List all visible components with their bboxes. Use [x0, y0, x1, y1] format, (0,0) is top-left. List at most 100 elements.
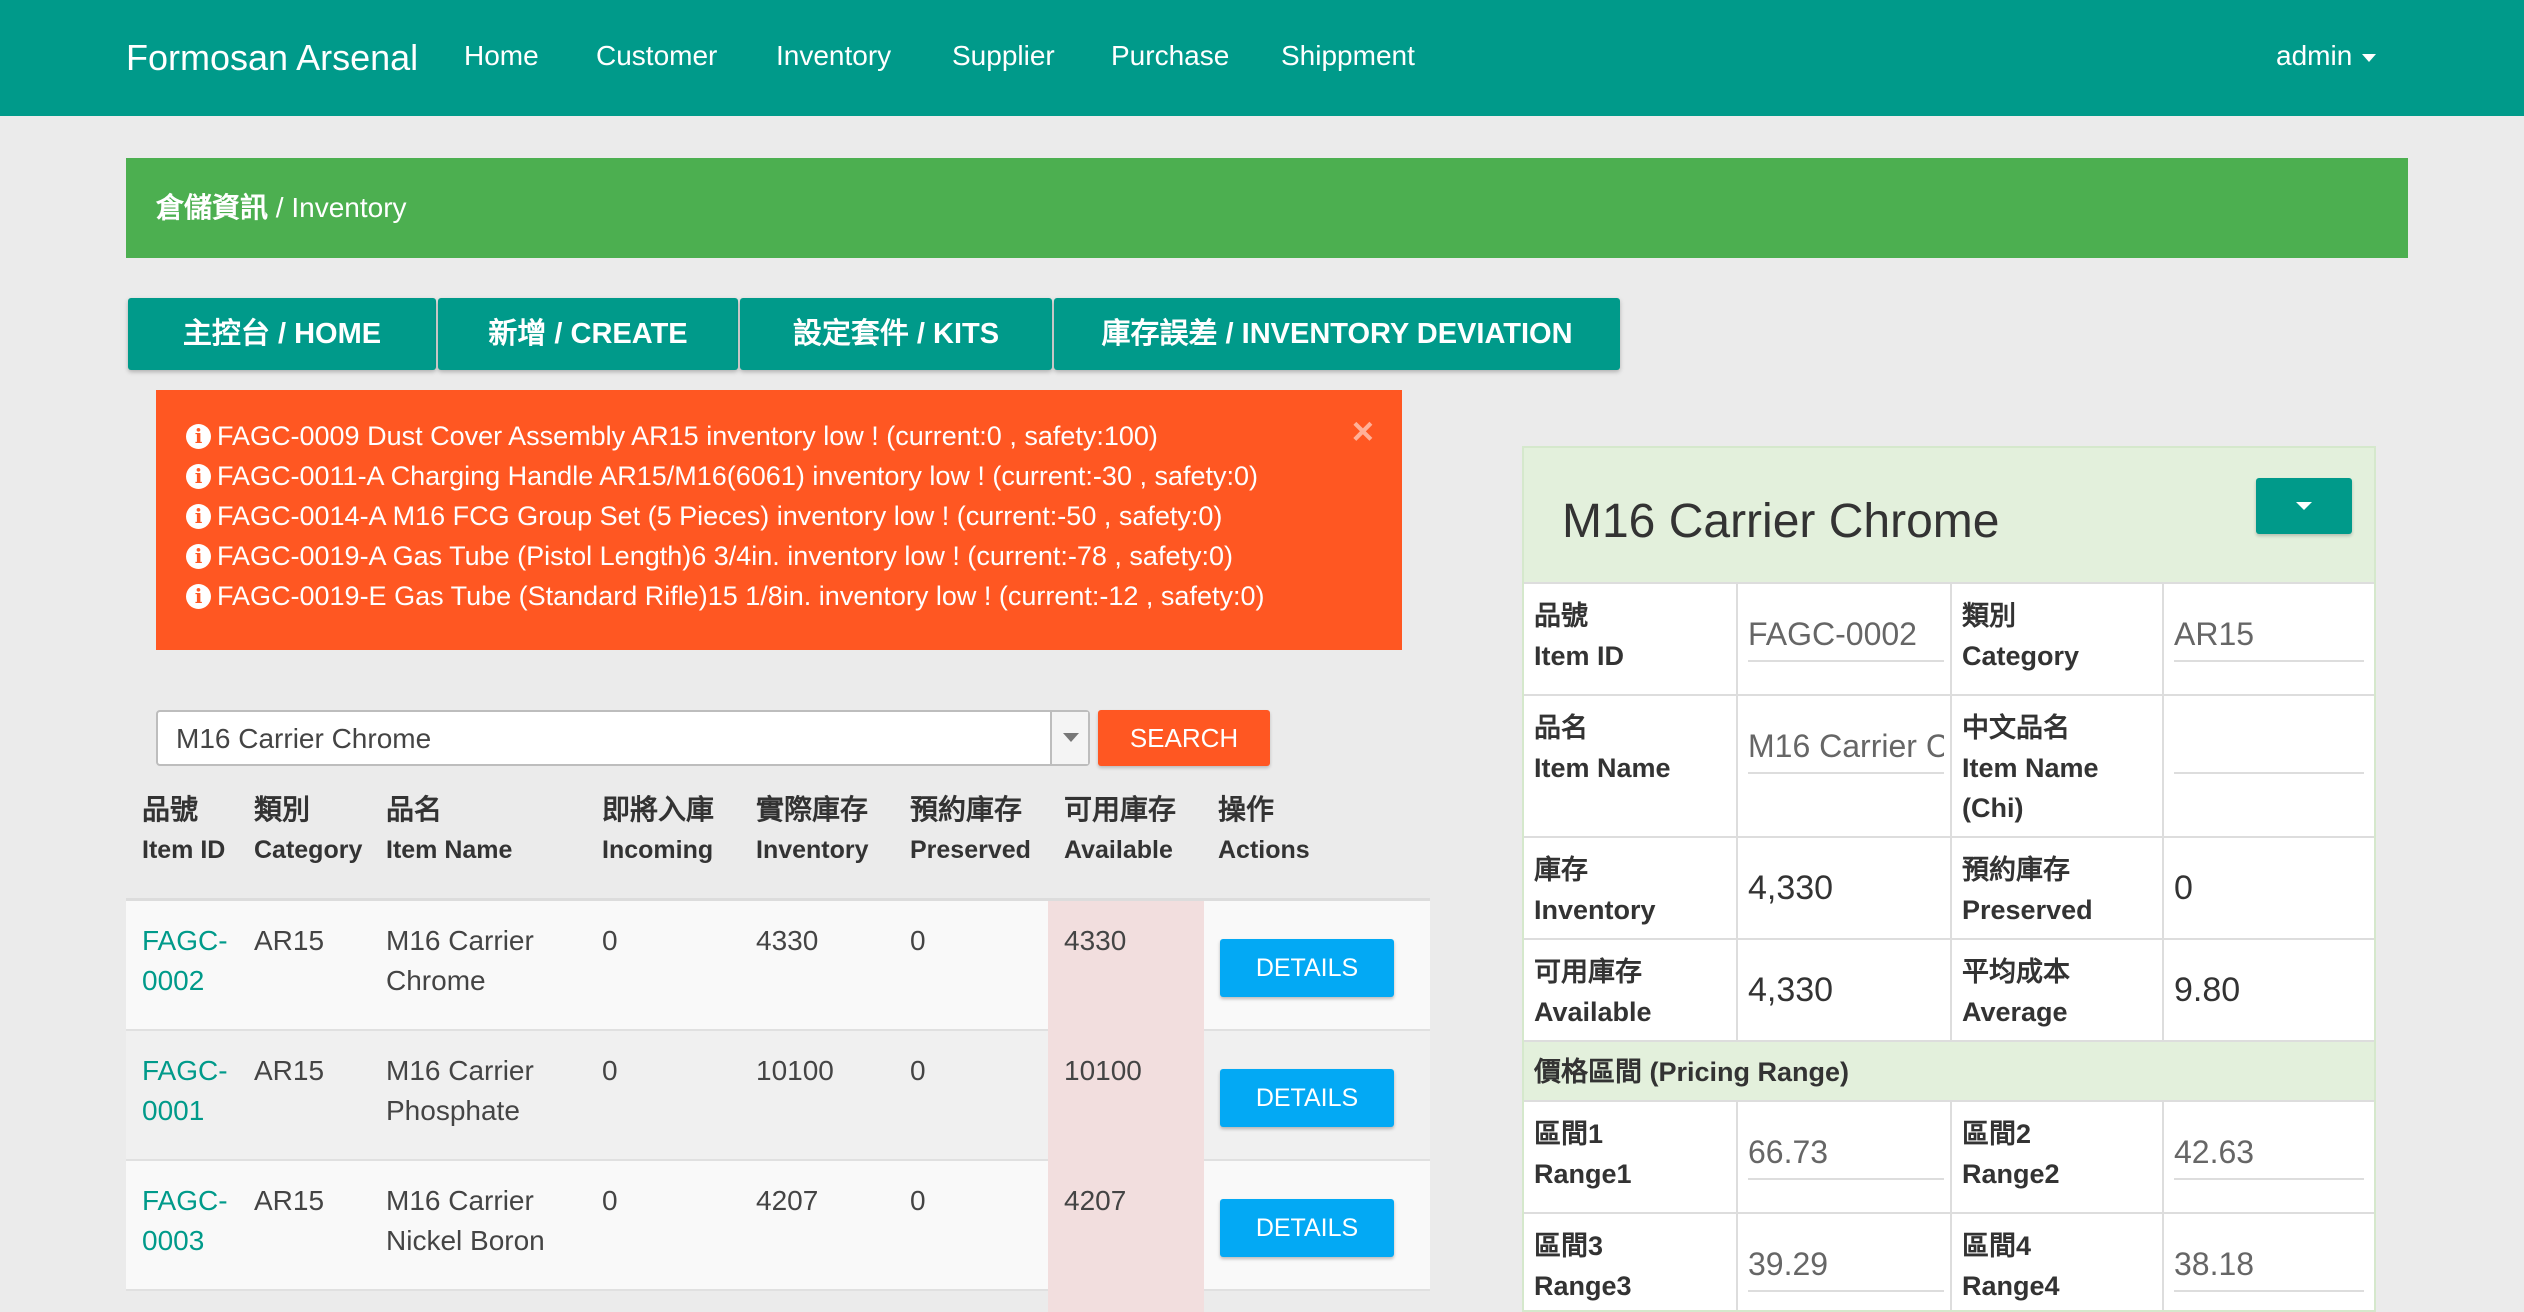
nav-inventory[interactable]: Inventory [776, 36, 891, 76]
col-header-zh: 類別 [254, 794, 311, 825]
label-zh: 區間4 [1962, 1231, 2032, 1261]
label-zh: 區間1 [1534, 1119, 1604, 1149]
item-id-link[interactable]: FAGC- 0002 [142, 921, 228, 1001]
breadcrumb-home[interactable]: 倉儲資訊 [156, 192, 268, 223]
label-en: Item Name [1534, 753, 1671, 783]
category-cell: AR15 [2162, 584, 2374, 694]
item-id-field[interactable]: FAGC-0002 [1748, 614, 1944, 662]
item-search-select[interactable]: M16 Carrier Chrome [156, 710, 1090, 766]
dropdown-arrow[interactable] [1050, 712, 1088, 764]
col-header-en: Available [1064, 836, 1173, 864]
nav-customer[interactable]: Customer [596, 36, 717, 76]
preserved-label-cell: 預約庫存 Preserved [1950, 838, 2162, 938]
average-value: 9.80 [2174, 971, 2241, 1009]
range2-field[interactable]: 42.63 [2174, 1132, 2364, 1180]
cell-preserved: 0 [910, 1185, 926, 1216]
alert-text: FAGC-0009 Dust Cover Assembly AR15 inven… [217, 421, 1158, 451]
cell-preserved: 0 [910, 1055, 926, 1086]
col-header-item-id[interactable]: 品號 Item ID [142, 790, 225, 870]
item-name-chi-label-cell: 中文品名 Item Name (Chi) [1950, 696, 2162, 836]
label-en: Category [1962, 641, 2080, 671]
nav-supplier[interactable]: Supplier [952, 36, 1055, 76]
home-button[interactable]: 主控台 / HOME [128, 298, 436, 370]
breadcrumb-current: Inventory [291, 192, 407, 223]
item-name-label: 品名 Item Name [1534, 708, 1671, 788]
col-header-available[interactable]: 可用庫存 Available [1064, 790, 1176, 870]
range4-field[interactable]: 38.18 [2174, 1244, 2364, 1292]
nav-shippment[interactable]: Shippment [1281, 36, 1415, 76]
range1-cell: 66.73 [1736, 1102, 1950, 1212]
label-zh: 可用庫存 [1534, 957, 1642, 987]
label-zh: 中文品名 [1962, 713, 2070, 743]
item-name-line: M16 Carrier [386, 1055, 534, 1086]
item-name-line: M16 Carrier [386, 925, 534, 956]
cell-incoming: 0 [602, 1055, 618, 1086]
col-header-category[interactable]: 類別 Category [254, 790, 362, 870]
label-en: Range2 [1962, 1159, 2060, 1189]
details-button[interactable]: DETAILS [1220, 939, 1394, 997]
breadcrumb-separator: / [268, 192, 292, 223]
col-header-zh: 操作 [1218, 794, 1275, 825]
alert-line: i FAGC-0011-A Charging Handle AR15/M16(60… [186, 456, 1258, 496]
item-id-part: 0001 [142, 1095, 205, 1126]
col-header-item-name[interactable]: 品名 Item Name [386, 790, 512, 870]
detail-row: 區間1 Range1 66.73 區間2 Range2 42.63 [1524, 1100, 2374, 1212]
label-en: (Chi) [1962, 793, 2024, 823]
item-name-cell: M16 Carrier Chrome [1736, 696, 1950, 836]
label-zh: 預約庫存 [1962, 855, 2070, 885]
alert-line: i FAGC-0014-A M16 FCG Group Set (5 Pieces… [186, 496, 1222, 536]
breadcrumb: 倉儲資訊 / Inventory [126, 158, 2408, 258]
cell-inventory: 4330 [756, 925, 819, 956]
range2-label: 區間2 Range2 [1962, 1114, 2060, 1194]
alert-text: FAGC-0019-A Gas Tube (Pistol Length)6 3/… [217, 541, 1233, 571]
nav-home[interactable]: Home [464, 36, 539, 76]
alert-line: i FAGC-0019-E Gas Tube (Standard Rifle)15… [186, 576, 1264, 616]
inventory-deviation-button[interactable]: 庫存誤差 / INVENTORY DEVIATION [1054, 298, 1620, 370]
col-header-inventory[interactable]: 實際庫存 Inventory [756, 790, 869, 870]
detail-options-dropdown[interactable] [2256, 478, 2352, 534]
search-button[interactable]: SEARCH [1098, 710, 1270, 766]
item-detail-panel: M16 Carrier Chrome 品號 Item ID FAGC-0002 類… [1522, 446, 2376, 1312]
cell-available: 10100 [1064, 1055, 1142, 1086]
create-button[interactable]: 新增 / CREATE [438, 298, 738, 370]
range3-field[interactable]: 39.29 [1748, 1244, 1944, 1292]
col-header-preserved[interactable]: 預約庫存 Preserved [910, 790, 1031, 870]
navbar: Formosan Arsenal Home Customer Inventory… [0, 0, 2524, 116]
close-icon[interactable]: × [1352, 412, 1374, 452]
chevron-down-icon [1063, 733, 1079, 742]
detail-title: M16 Carrier Chrome [1562, 495, 2000, 548]
category-field[interactable]: AR15 [2174, 614, 2364, 662]
detail-row: 可用庫存 Available 4,330 平均成本 Average 9.80 [1524, 938, 2374, 1040]
col-header-zh: 品號 [142, 794, 199, 825]
cell-item-name: M16 Carrier Chrome [386, 921, 534, 1001]
range2-cell: 42.63 [2162, 1102, 2374, 1212]
range1-field[interactable]: 66.73 [1748, 1132, 1944, 1180]
cell-incoming: 0 [602, 1185, 618, 1216]
item-id-part: 0003 [142, 1225, 205, 1256]
label-zh: 庫存 [1534, 855, 1588, 885]
col-header-en: Category [254, 836, 363, 864]
inventory-table: 品號 Item ID 類別 Category 品名 Item Name 即將入庫 Inc… [126, 790, 1430, 1312]
item-id-link[interactable]: FAGC- 0003 [142, 1181, 228, 1261]
brand-logo[interactable]: Formosan Arsenal [126, 32, 418, 84]
col-header-en: Preserved [910, 836, 1031, 864]
label-en: Range4 [1962, 1271, 2060, 1301]
details-button[interactable]: DETAILS [1220, 1199, 1394, 1257]
user-menu[interactable]: admin [2276, 36, 2377, 76]
preserved-label: 預約庫存 Preserved [1962, 850, 2093, 930]
item-name-field[interactable]: M16 Carrier Chrome [1748, 726, 1944, 774]
average-label: 平均成本 Average [1962, 952, 2070, 1032]
cell-incoming: 0 [602, 925, 618, 956]
average-cell: 9.80 [2162, 940, 2374, 1040]
item-id-link[interactable]: FAGC- 0001 [142, 1051, 228, 1131]
kits-button[interactable]: 設定套件 / KITS [740, 298, 1052, 370]
details-button[interactable]: DETAILS [1220, 1069, 1394, 1127]
detail-row: 庫存 Inventory 4,330 預約庫存 Preserved 0 [1524, 836, 2374, 938]
item-name-chi-field[interactable] [2174, 726, 2364, 774]
cell-item-name: M16 Carrier Nickel Boron [386, 1181, 545, 1261]
item-name-chi-cell [2162, 696, 2374, 836]
item-name-chi-label: 中文品名 Item Name (Chi) [1962, 708, 2099, 828]
col-header-incoming[interactable]: 即將入庫 Incoming [602, 790, 714, 870]
nav-purchase[interactable]: Purchase [1111, 36, 1229, 76]
item-id-part: 0002 [142, 965, 205, 996]
